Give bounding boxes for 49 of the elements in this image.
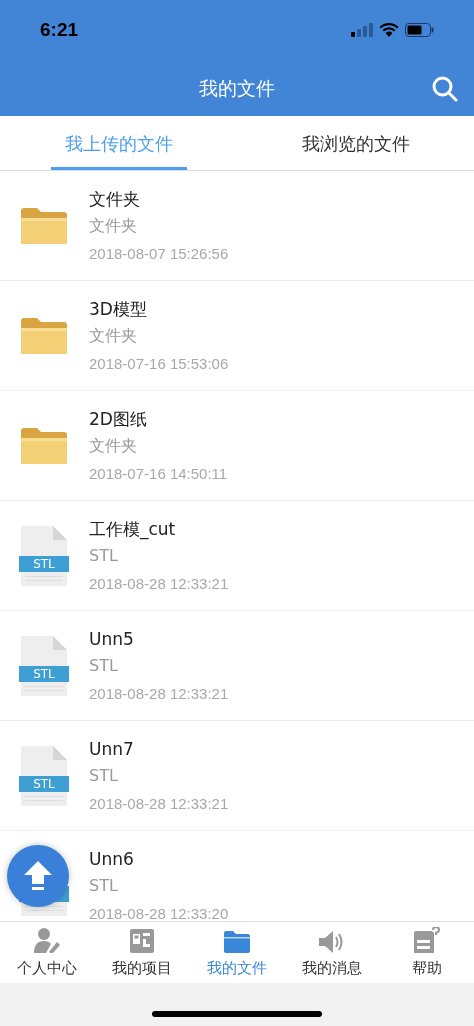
file-icon	[19, 635, 69, 696]
presentation-icon	[130, 928, 155, 953]
tab[interactable]: 我浏览的文件	[287, 116, 424, 170]
file-icon	[19, 525, 69, 586]
file-icon-label: STL	[32, 555, 56, 572]
file-icon-label: STL	[32, 775, 56, 792]
file-date: 2018-08-28 12:33:21	[89, 574, 229, 594]
file-type: STL	[89, 545, 119, 567]
file-icon	[19, 745, 69, 806]
person-icon	[34, 926, 61, 953]
wifi-icon	[379, 23, 399, 38]
file-type: STL	[89, 875, 119, 897]
file-date: 2018-07-16 14:50:11	[89, 464, 228, 484]
file-date: 2018-08-07 15:26:56	[89, 244, 229, 264]
tab-bar-item[interactable]: 个人中心	[0, 922, 95, 983]
tab-bar-item[interactable]: 帮助	[379, 922, 474, 983]
file-type: 文件夹	[89, 325, 138, 347]
file-name: 工作模_cut	[89, 518, 177, 542]
file-name: 文件夹	[89, 188, 141, 211]
file-date: 2018-08-28 12:33:21	[89, 684, 229, 704]
file-type: 文件夹	[89, 435, 138, 457]
file-icon-label: STL	[32, 665, 56, 682]
file-name: 2D图纸	[89, 408, 148, 431]
folder-icon	[224, 930, 250, 953]
file-date: 2018-08-28 12:33:21	[89, 794, 229, 814]
upload-arrow-icon	[23, 860, 53, 892]
file-date: 2018-08-28 12:33:20	[89, 904, 229, 921]
file-name: 3D模型	[89, 298, 148, 321]
nav-title: 我的文件	[199, 76, 275, 101]
search-icon[interactable]	[432, 76, 458, 102]
file-name: Unn7	[89, 738, 135, 761]
file-name: Unn6	[89, 848, 135, 871]
file-date: 2018-07-16 15:53:06	[89, 354, 229, 374]
help-document-icon	[413, 926, 440, 953]
signal-icon	[351, 23, 373, 38]
file-type: 文件夹	[89, 215, 138, 237]
folder-icon	[20, 206, 68, 245]
tab-bar-item[interactable]: 我的消息	[284, 922, 380, 983]
file-type: STL	[89, 765, 119, 787]
folder-icon	[20, 316, 68, 355]
speaker-icon	[318, 930, 345, 953]
file-name: Unn5	[89, 628, 135, 651]
file-type: STL	[89, 655, 119, 677]
upload-button[interactable]	[7, 845, 69, 907]
tab-bar-item[interactable]: 我的项目	[94, 922, 190, 983]
folder-icon	[20, 426, 68, 465]
battery-icon	[405, 23, 434, 38]
status-time: 6:21	[40, 18, 79, 42]
tab-bar-item[interactable]: 我的文件	[189, 922, 285, 983]
